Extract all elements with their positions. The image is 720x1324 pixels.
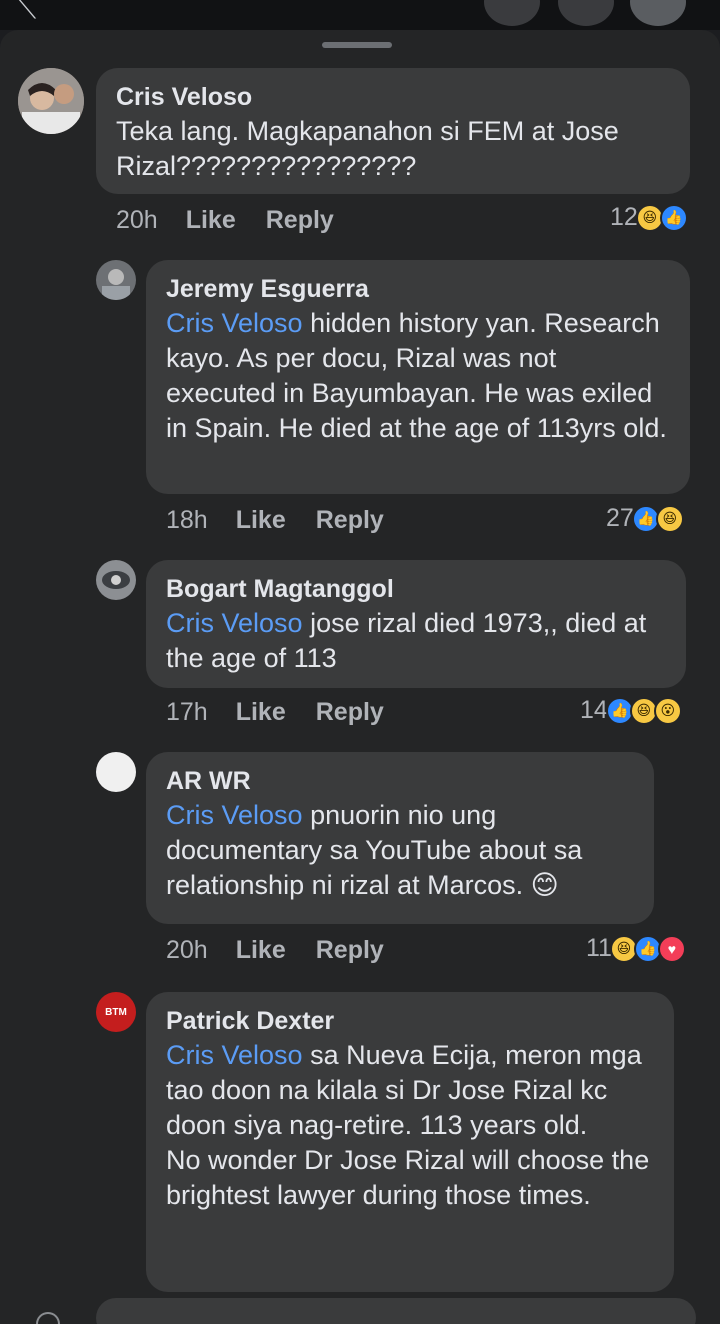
comment-input[interactable] [96, 1298, 696, 1324]
reaction-count: 27 [606, 504, 634, 532]
comment-meta: 18h Like Reply [166, 506, 384, 535]
comment-author[interactable]: AR WR [166, 766, 634, 796]
top-bar: ⟍ [0, 0, 720, 30]
like-button[interactable]: Like [236, 698, 286, 726]
comment-meta: 20h Like Reply [116, 206, 334, 235]
reaction-count: 14 [580, 696, 608, 724]
camera-icon[interactable] [558, 0, 614, 26]
comment-time: 18h [166, 506, 208, 534]
comment-bubble[interactable]: Jeremy Esguerra Cris Veloso hidden histo… [146, 260, 690, 494]
comment-text: Cris Veloso hidden history yan. Research… [166, 308, 668, 443]
comment-time: 17h [166, 698, 208, 726]
comment-time: 20h [116, 206, 158, 234]
love-icon: ♥ [657, 934, 686, 963]
reaction-summary[interactable]: 27 👍 😆 [606, 504, 684, 533]
haha-icon: 😆 [655, 504, 684, 533]
like-button[interactable]: Like [236, 506, 286, 534]
reply-button[interactable]: Reply [266, 206, 334, 234]
comment-bubble[interactable]: AR WR Cris Veloso pnuorin nio ung docume… [146, 752, 654, 924]
reply-button[interactable]: Reply [316, 506, 384, 534]
comment-text: Cris Veloso sa Nueva Ecija, meron mga ta… [166, 1040, 650, 1210]
reaction-count: 11 [586, 934, 612, 962]
comment-author[interactable]: Bogart Magtanggol [166, 574, 666, 604]
sheet-grabber[interactable] [322, 42, 392, 48]
reaction-summary[interactable]: 12 😆 👍 [610, 203, 688, 232]
comment-text: Cris Veloso pnuorin nio ung documentary … [166, 800, 590, 900]
profile-avatar[interactable] [630, 0, 686, 26]
like-button[interactable]: Like [236, 936, 286, 964]
mention-link[interactable]: Cris Veloso [166, 308, 303, 338]
like-button[interactable]: Like [186, 206, 236, 234]
comment-author[interactable]: Cris Veloso [116, 82, 670, 112]
reply-button[interactable]: Reply [316, 698, 384, 726]
reaction-summary[interactable]: 11 😆 👍 ♥ [586, 934, 686, 963]
avatar[interactable] [18, 68, 84, 134]
avatar[interactable] [96, 560, 136, 600]
wow-icon: 😮 [653, 696, 682, 725]
reply-button[interactable]: Reply [316, 936, 384, 964]
mention-link[interactable]: Cris Veloso [166, 608, 303, 638]
mention-link[interactable]: Cris Veloso [166, 1040, 303, 1070]
back-arrow-icon[interactable]: ⟍ [18, 0, 48, 24]
comment-time: 20h [166, 936, 208, 964]
comment-bubble[interactable]: Bogart Magtanggol Cris Veloso jose rizal… [146, 560, 686, 688]
comment-author[interactable]: Jeremy Esguerra [166, 274, 670, 304]
comment-bubble[interactable]: Cris Veloso Teka lang. Magkapanahon si F… [96, 68, 690, 194]
avatar-badge-text: BTM [105, 1006, 127, 1018]
comment-bubble[interactable]: Patrick Dexter Cris Veloso sa Nueva Ecij… [146, 992, 674, 1292]
avatar[interactable] [96, 260, 136, 300]
reaction-count: 12 [610, 203, 638, 231]
avatar[interactable] [96, 752, 136, 792]
comment-meta: 17h Like Reply [166, 698, 384, 727]
avatar[interactable]: BTM [96, 992, 136, 1032]
comment-meta: 20h Like Reply [166, 936, 384, 965]
reaction-summary[interactable]: 14 👍 😆 😮 [580, 696, 682, 725]
mention-link[interactable]: Cris Veloso [166, 800, 303, 830]
like-icon: 👍 [659, 203, 688, 232]
comment-text: Teka lang. Magkapanahon si FEM at Jose R… [116, 116, 627, 181]
search-icon[interactable] [484, 0, 540, 26]
comment-text: Cris Veloso jose rizal died 1973,, died … [166, 608, 654, 673]
comment-author[interactable]: Patrick Dexter [166, 1006, 654, 1036]
